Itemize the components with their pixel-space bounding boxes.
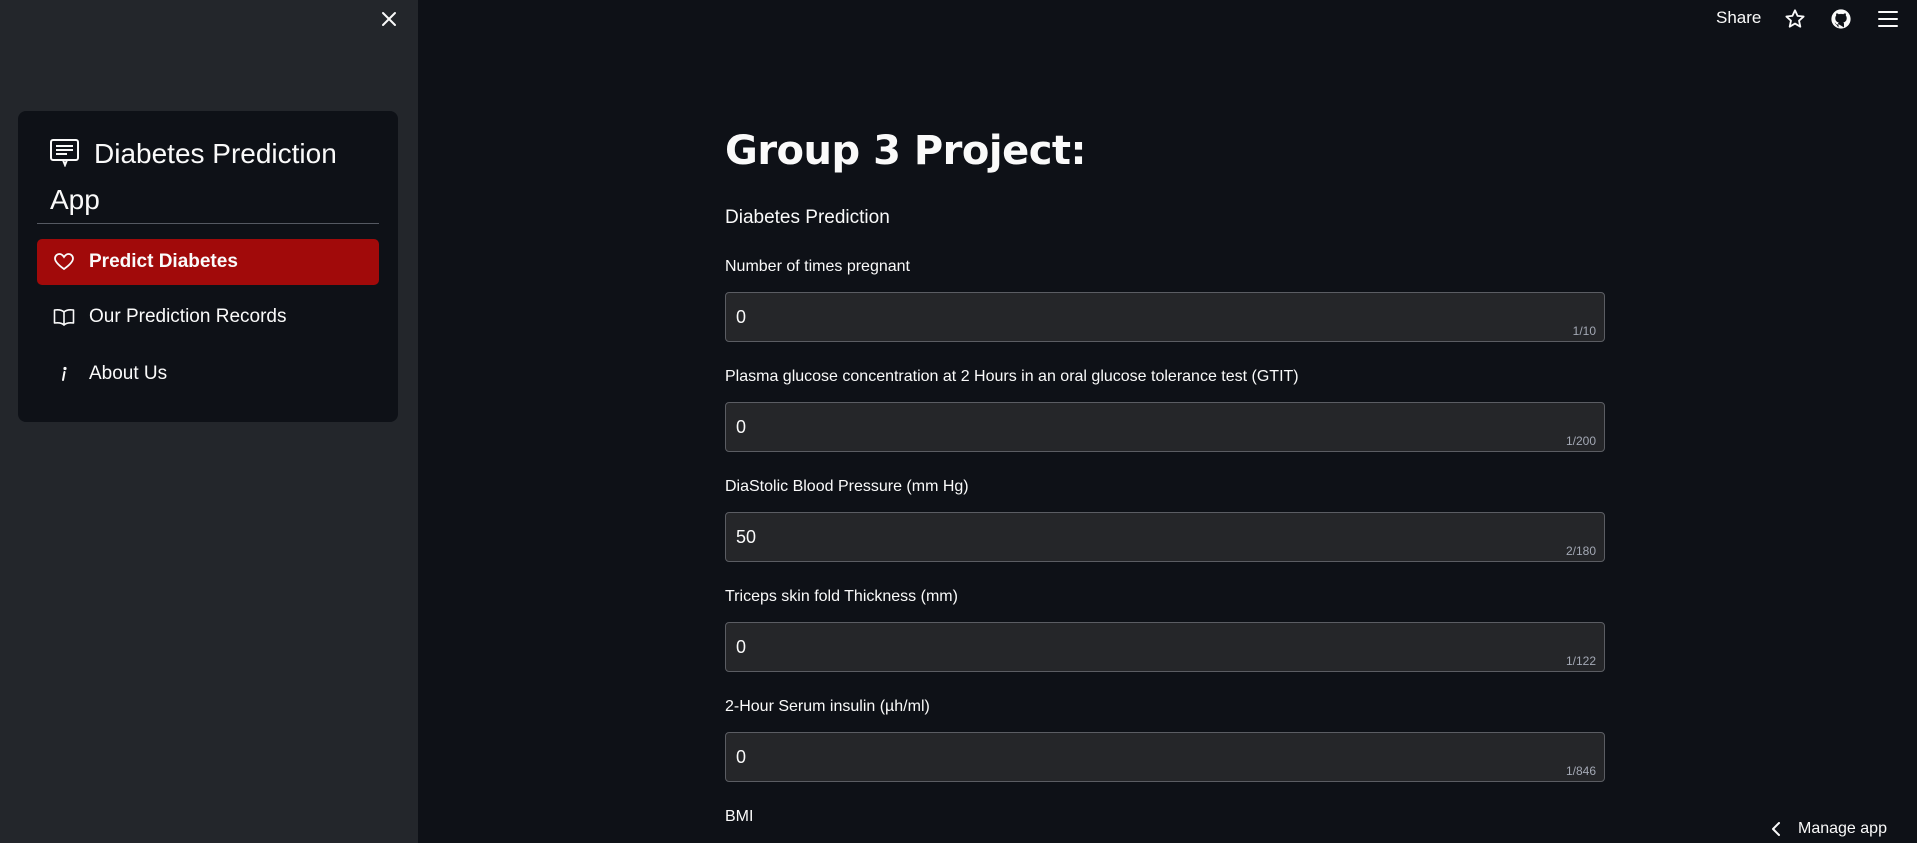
input-box: 1/122 <box>725 622 1605 672</box>
field-pregnancies: Number of times pregnant 1/10 <box>725 258 1605 342</box>
menu-title-text: Diabetes Prediction App <box>50 138 337 215</box>
nav-item-label: About Us <box>89 363 168 384</box>
insulin-input[interactable] <box>736 747 1556 768</box>
field-insulin: 2-Hour Serum insulin (µh/ml) 1/846 <box>725 698 1605 782</box>
option-menu: Diabetes Prediction App Predict Diabetes… <box>18 111 398 422</box>
chevron-left-icon <box>1772 822 1780 836</box>
field-label: BMI <box>725 808 754 825</box>
nav-item-our-prediction-records[interactable]: Our Prediction Records <box>37 294 379 340</box>
info-icon <box>53 363 75 385</box>
input-box: 1/200 <box>725 402 1605 452</box>
star-icon[interactable] <box>1783 7 1807 31</box>
share-button[interactable]: Share <box>1716 8 1761 28</box>
char-counter: 2/180 <box>1565 544 1596 558</box>
hamburger-menu-icon[interactable] <box>1876 7 1900 31</box>
char-counter: 1/846 <box>1565 764 1596 778</box>
heart-icon <box>53 251 75 273</box>
close-icon <box>382 12 396 26</box>
field-blood-pressure: DiaStolic Blood Pressure (mm Hg) 2/180 <box>725 478 1605 562</box>
nav-item-label: Predict Diabetes <box>89 251 238 272</box>
field-label: Plasma glucose concentration at 2 Hours … <box>725 368 1299 385</box>
char-counter: 1/200 <box>1565 434 1596 448</box>
manage-app-label: Manage app <box>1798 820 1887 837</box>
close-sidebar-button[interactable] <box>378 8 400 30</box>
input-box: 1/10 <box>725 292 1605 342</box>
field-bmi: BMI <box>725 808 1605 830</box>
manage-app-button[interactable]: Manage app <box>1770 820 1887 838</box>
field-label: DiaStolic Blood Pressure (mm Hg) <box>725 478 969 495</box>
book-icon <box>53 306 75 328</box>
pregnancies-input[interactable] <box>736 307 1556 328</box>
nav-item-about-us[interactable]: About Us <box>37 351 379 397</box>
card-text-icon <box>50 137 80 179</box>
char-counter: 1/10 <box>1572 324 1596 338</box>
field-label: Number of times pregnant <box>725 258 910 275</box>
sidebar: Diabetes Prediction App Predict Diabetes… <box>0 0 418 843</box>
menu-title: Diabetes Prediction App <box>50 133 380 221</box>
github-icon[interactable] <box>1829 7 1853 31</box>
skin-thickness-input[interactable] <box>736 637 1556 658</box>
nav-item-label: Our Prediction Records <box>89 306 287 327</box>
char-counter: 1/122 <box>1565 654 1596 668</box>
page-subtitle: Diabetes Prediction <box>725 207 890 228</box>
field-skin-thickness: Triceps skin fold Thickness (mm) 1/122 <box>725 588 1605 672</box>
input-box: 2/180 <box>725 512 1605 562</box>
blood-pressure-input[interactable] <box>736 527 1556 548</box>
glucose-input[interactable] <box>736 417 1556 438</box>
input-box: 1/846 <box>725 732 1605 782</box>
field-glucose: Plasma glucose concentration at 2 Hours … <box>725 368 1605 452</box>
nav-item-predict-diabetes[interactable]: Predict Diabetes <box>37 239 379 285</box>
page-title: Group 3 Project: <box>725 128 1087 174</box>
menu-divider <box>37 223 379 224</box>
field-label: 2-Hour Serum insulin (µh/ml) <box>725 698 930 715</box>
field-label: Triceps skin fold Thickness (mm) <box>725 588 958 605</box>
